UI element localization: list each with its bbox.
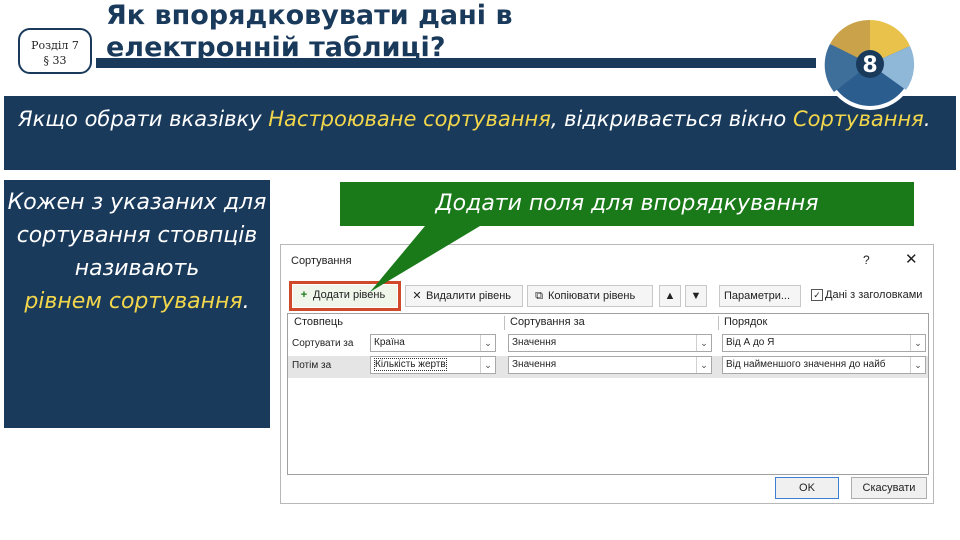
move-down-button[interactable]: ▼ [685, 285, 707, 307]
page-title: Як впорядковувати дані в електронній таб… [106, 0, 726, 64]
sort-on-value: Значення [512, 359, 557, 370]
column-select[interactable]: Країна ⌄ [370, 334, 496, 352]
cancel-button[interactable]: Скасувати [851, 477, 927, 499]
sort-level-row[interactable]: Сортувати за Країна ⌄ Значення ⌄ Від А до … [288, 334, 928, 356]
parameters-label: Параметри... [724, 290, 791, 302]
title-line-2: електронній таблиці? [106, 32, 446, 63]
definition-panel: Кожен з указаних для сортування стовпців… [4, 180, 270, 428]
badge-chapter: Розділ 7 [31, 39, 79, 52]
callout-text: Додати поля для впорядкування [435, 191, 819, 216]
column-value: Кількість жертв [374, 358, 447, 371]
chevron-down-icon: ⌄ [910, 335, 925, 351]
row-label: Сортувати за [292, 338, 354, 349]
arrow-down-icon: ▼ [690, 290, 702, 302]
info-text-3: . [923, 107, 931, 131]
ok-button[interactable]: OK [775, 477, 839, 499]
definition-text: Кожен з указаних для сортування стовпців… [7, 190, 267, 281]
row-label: Потім за [292, 360, 332, 371]
section-badge: Розділ 7 § 33 [18, 28, 92, 74]
info-text-1: Якщо обрати вказівку [18, 107, 269, 131]
chevron-down-icon: ⌄ [480, 335, 495, 351]
help-icon[interactable]: ? [863, 253, 870, 267]
chevron-down-icon: ⌄ [910, 357, 925, 373]
copy-level-button[interactable]: ⧉ Копіювати рівень [527, 285, 653, 307]
svg-text:8: 8 [862, 53, 877, 78]
sort-level-row[interactable]: Потім за Кількість жертв ⌄ Значення ⌄ Від … [288, 356, 928, 378]
column-select[interactable]: Кількість жертв ⌄ [370, 356, 496, 374]
order-select[interactable]: Від найменшого значення до найб ⌄ [722, 356, 926, 374]
chevron-down-icon: ⌄ [696, 357, 711, 373]
chevron-down-icon: ⌄ [480, 357, 495, 373]
copy-icon: ⧉ [535, 290, 543, 302]
header-separator [718, 316, 719, 330]
header-column: Стовпець [294, 316, 343, 328]
move-up-button[interactable]: ▲ [659, 285, 681, 307]
order-value: Від найменшого значення до найб [726, 359, 886, 370]
parameters-button[interactable]: Параметри... [719, 285, 801, 307]
badge-paragraph: § 33 [43, 54, 67, 67]
header-separator [504, 316, 505, 330]
copy-level-label: Копіювати рівень [548, 290, 636, 302]
arrow-up-icon: ▲ [664, 290, 676, 302]
info-highlight-custom-sort: Настроюване сортування [268, 107, 551, 131]
title-line-1: Як впорядковувати дані в [106, 0, 513, 31]
textbook-logo-icon: 8 [824, 18, 916, 110]
definition-highlight: рівнем сортування [24, 289, 243, 314]
header-order: Порядок [724, 316, 768, 328]
callout-pointer [370, 220, 490, 292]
sort-on-select[interactable]: Значення ⌄ [508, 334, 712, 352]
close-icon[interactable]: ✕ [905, 250, 918, 268]
sort-on-select[interactable]: Значення ⌄ [508, 356, 712, 374]
chevron-down-icon: ⌄ [696, 335, 711, 351]
sort-on-value: Значення [512, 337, 557, 348]
column-value: Країна [374, 337, 405, 348]
order-value: Від А до Я [726, 337, 775, 348]
sort-levels-grid: Стовпець Сортування за Порядок Сортувати… [287, 313, 929, 475]
info-text-2: , відкривається вікно [550, 107, 793, 131]
header-sort-on: Сортування за [510, 316, 585, 328]
info-highlight-sort-window: Сортування [792, 107, 924, 131]
definition-end: . [242, 289, 250, 314]
checkbox-checked-icon: ✓ [811, 289, 823, 301]
order-select[interactable]: Від А до Я ⌄ [722, 334, 926, 352]
headers-checkbox-label: Дані з заголовками [825, 289, 923, 301]
headers-checkbox[interactable]: ✓ Дані з заголовками [807, 285, 927, 307]
